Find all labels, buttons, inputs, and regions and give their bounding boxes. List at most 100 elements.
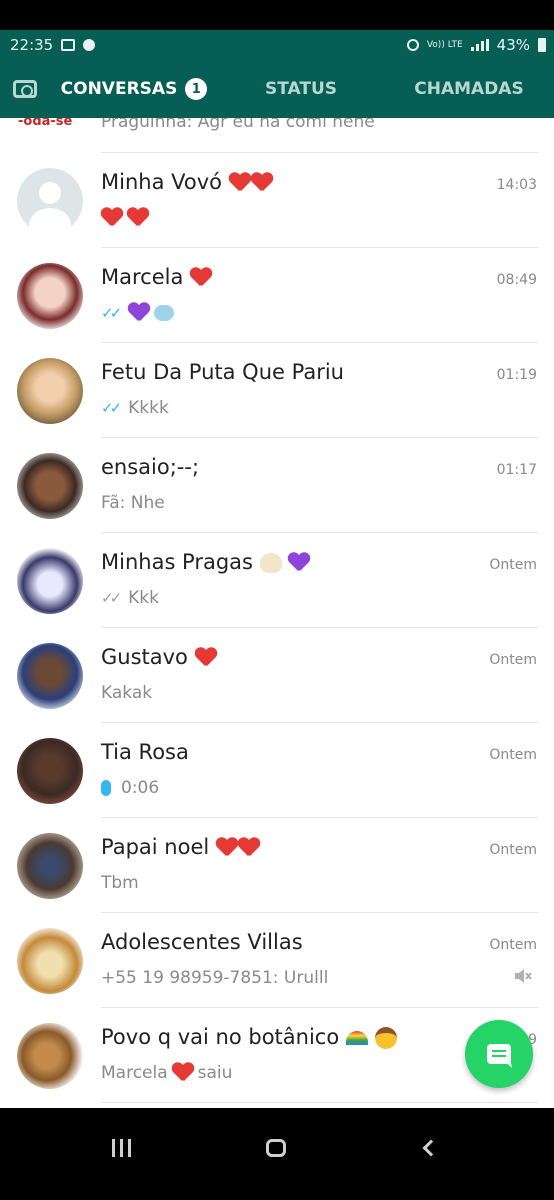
gallery-icon xyxy=(61,39,76,51)
recents-button[interactable] xyxy=(91,1128,151,1168)
chat-row[interactable]: Gustavo Ontem Kakak xyxy=(0,628,554,723)
chat-last-message: Fã: Nhe xyxy=(101,493,165,513)
chat-name: Adolescentes Villas xyxy=(101,930,303,954)
chat-name: Minha Vovó xyxy=(101,170,222,194)
wifi-signal-icon xyxy=(470,39,489,51)
chat-message-text: Kkk xyxy=(128,588,159,608)
battery-icon xyxy=(538,38,546,52)
chat-time: Ontem xyxy=(489,937,537,953)
chat-name: Papai noel xyxy=(101,835,210,859)
red-heart-icon xyxy=(238,838,260,858)
chat-row-partial[interactable]: -oda-se Praguinha: Agr eu ná comi hehe xyxy=(0,118,554,153)
chat-row[interactable]: Fetu Da Puta Que Pariu 01:19 ✓✓ Kkkk xyxy=(0,343,554,438)
tab-status[interactable]: STATUS xyxy=(218,60,384,118)
chat-name: Marcela xyxy=(101,265,184,289)
chat-time: 14:03 xyxy=(496,177,537,193)
volte-indicator: Vo)) LTE xyxy=(426,39,463,50)
divider xyxy=(101,1102,538,1103)
chat-row[interactable]: Marcela 08:49 ✓✓ xyxy=(0,248,554,343)
chat-name-row: Minha Vovó xyxy=(101,170,273,194)
chat-row[interactable]: Minha Vovó 14:03 xyxy=(0,153,554,248)
unread-badge: 1 xyxy=(185,78,208,100)
tab-camera[interactable] xyxy=(0,60,50,118)
tab-conversations[interactable]: CONVERSAS 1 xyxy=(50,60,218,118)
purple-heart-icon xyxy=(128,303,150,323)
avatar[interactable] xyxy=(17,453,83,519)
chat-name: Minhas Pragas xyxy=(101,550,253,574)
chat-message-text: Kkkk xyxy=(128,398,169,418)
avatar[interactable] xyxy=(17,1023,83,1089)
chat-time: Ontem xyxy=(489,652,537,668)
chat-name-row: Marcela xyxy=(101,265,212,289)
chat-name: Tia Rosa xyxy=(101,740,189,764)
chat-time: Ontem xyxy=(489,842,537,858)
avatar[interactable] xyxy=(17,358,83,424)
avatar[interactable] xyxy=(17,738,83,804)
recents-icon xyxy=(111,1139,131,1157)
red-heart-icon xyxy=(127,208,149,228)
chat-name: Gustavo xyxy=(101,645,188,669)
chat-row[interactable]: Papai noel Ontem Tbm xyxy=(0,818,554,913)
clock: 22:35 xyxy=(10,36,54,54)
cowboy-icon xyxy=(374,1027,397,1049)
avatar[interactable] xyxy=(17,833,83,899)
chat-last-message: Kakak xyxy=(101,683,153,703)
chat-row[interactable]: ensaio;--; 01:17 Fã: Nhe xyxy=(0,438,554,533)
chat-last-message: ✓✓ xyxy=(101,303,175,323)
rainbow-icon xyxy=(345,1031,368,1045)
tab-status-label: STATUS xyxy=(264,79,337,99)
chat-name: ensaio;--; xyxy=(101,455,200,479)
chat-last-message xyxy=(101,208,149,228)
red-heart-icon xyxy=(251,173,273,193)
chat-name-row: Gustavo xyxy=(101,645,217,669)
battery-percentage: 43% xyxy=(496,36,530,54)
red-heart-icon xyxy=(172,1063,194,1083)
chat-list[interactable]: -oda-se Praguinha: Agr eu ná comi hehe M… xyxy=(0,118,554,1108)
chat-last-message: 0:06 xyxy=(101,778,159,798)
chat-last-message: ✓✓ Kkkk xyxy=(101,398,169,418)
chat-name-row: Papai noel xyxy=(101,835,260,859)
chat-last-message: ✓✓ Kkk xyxy=(101,588,159,608)
chat-last-message: Marcela saiu xyxy=(101,1063,232,1083)
purple-heart-icon xyxy=(288,553,310,573)
chat-name-row: Minhas Pragas xyxy=(101,550,310,574)
message-icon xyxy=(487,1044,511,1064)
chat-row[interactable]: Minhas Pragas Ontem ✓✓ Kkk xyxy=(0,533,554,628)
tab-bar: CONVERSAS 1 STATUS CHAMADAS xyxy=(0,60,554,178)
red-heart-icon xyxy=(101,208,123,228)
default-avatar[interactable] xyxy=(17,168,83,234)
avatar[interactable] xyxy=(17,548,83,614)
chat-name-row: Povo q vai no botânico xyxy=(101,1025,397,1049)
back-icon xyxy=(422,1139,440,1157)
chat-time: 01:17 xyxy=(496,462,537,478)
status-bar xyxy=(0,0,554,30)
chat-time: Ontem xyxy=(489,747,537,763)
chat-row[interactable]: Tia Rosa Ontem 0:06 xyxy=(0,723,554,818)
tab-calls[interactable]: CHAMADAS xyxy=(384,60,554,118)
new-chat-button[interactable] xyxy=(465,1020,533,1088)
tab-calls-label: CHAMADAS xyxy=(414,79,524,99)
avatar[interactable] xyxy=(17,263,83,329)
red-heart-icon xyxy=(190,268,212,288)
chat-time: Ontem xyxy=(489,557,537,573)
chat-last-message: Praguinha: Agr eu ná comi hehe xyxy=(101,118,375,132)
tab-conversations-label: CONVERSAS xyxy=(60,79,178,99)
home-icon xyxy=(266,1139,286,1157)
avatar[interactable] xyxy=(17,928,83,994)
chat-last-message: Tbm xyxy=(101,873,139,893)
android-icon xyxy=(83,39,96,51)
muted-icon xyxy=(515,969,532,983)
chat-name: Povo q vai no botânico xyxy=(101,1025,340,1049)
chat-name: Fetu Da Puta Que Pariu xyxy=(101,360,344,384)
avatar[interactable] xyxy=(17,643,83,709)
back-button[interactable] xyxy=(401,1128,461,1168)
double-check-icon: ✓✓ xyxy=(101,304,122,322)
red-heart-icon xyxy=(195,648,217,668)
sender-name: Marcela xyxy=(101,1063,168,1083)
chat-message-text: saiu xyxy=(197,1063,233,1083)
microphone-icon xyxy=(101,780,111,796)
home-button[interactable] xyxy=(246,1128,306,1168)
chat-row[interactable]: Adolescentes Villas Ontem +55 19 98959-7… xyxy=(0,913,554,1008)
red-heart-icon xyxy=(229,173,251,193)
red-heart-icon xyxy=(216,838,238,858)
